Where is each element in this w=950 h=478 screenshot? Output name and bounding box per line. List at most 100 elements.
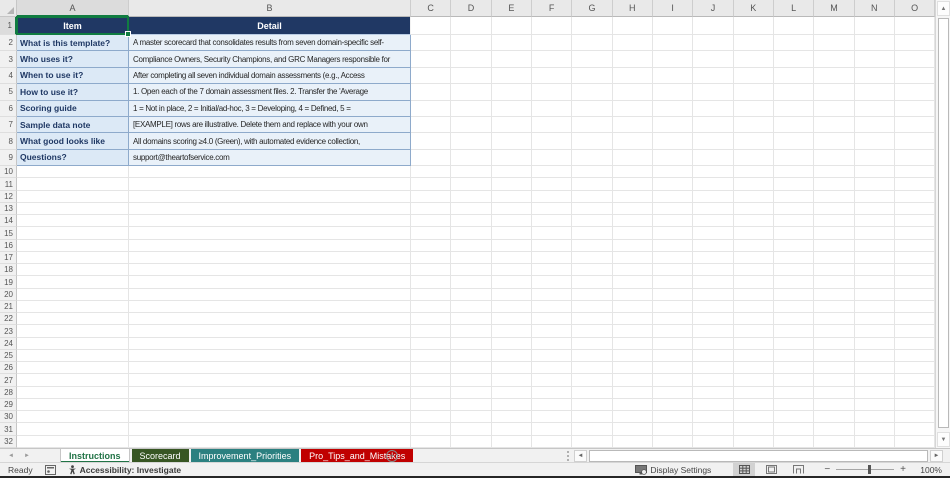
cell-H27[interactable]: [612, 374, 653, 387]
cell-H17[interactable]: [612, 251, 653, 265]
cell-D4[interactable]: [451, 67, 492, 85]
cell-C19[interactable]: [411, 276, 452, 289]
cell-G30[interactable]: [572, 411, 613, 424]
cell-I5[interactable]: [652, 84, 694, 101]
cell-E25[interactable]: [491, 349, 532, 363]
cell-I7[interactable]: [652, 116, 694, 134]
zoom-level[interactable]: 100%: [916, 465, 942, 475]
cell-J31[interactable]: [693, 423, 734, 436]
cell-C11[interactable]: [411, 178, 452, 191]
cell-C10[interactable]: [411, 166, 452, 179]
cell-G13[interactable]: [572, 202, 613, 216]
cell-A10[interactable]: [17, 166, 129, 179]
cell-I17[interactable]: [652, 251, 694, 265]
column-header-M[interactable]: M: [814, 0, 855, 17]
row-header-14[interactable]: 14: [0, 215, 17, 228]
cell-C9[interactable]: [411, 149, 452, 167]
cell-C17[interactable]: [411, 251, 452, 265]
cell-C22[interactable]: [411, 313, 452, 326]
cell-J14[interactable]: [693, 215, 734, 228]
cell-O19[interactable]: [894, 276, 935, 289]
cell-K29[interactable]: [733, 398, 774, 412]
cell-O6[interactable]: [894, 100, 935, 117]
cell-A28[interactable]: [17, 386, 129, 399]
cell-K27[interactable]: [733, 374, 774, 387]
cell-D6[interactable]: [451, 100, 492, 117]
cell-L3[interactable]: [773, 51, 815, 68]
cell-I20[interactable]: [652, 288, 694, 301]
cell-M32[interactable]: [814, 435, 855, 448]
cell-L18[interactable]: [773, 264, 815, 277]
add-sheet-icon[interactable]: +: [386, 450, 398, 462]
row-header-15[interactable]: 15: [0, 227, 17, 240]
cell-B21[interactable]: [129, 300, 411, 314]
cell-A20[interactable]: [17, 288, 129, 301]
cell-E13[interactable]: [491, 202, 532, 216]
row-header-2[interactable]: 2: [0, 35, 17, 52]
cell-B32[interactable]: [129, 435, 411, 448]
cell-A17[interactable]: [17, 251, 129, 265]
row-header-32[interactable]: 32: [0, 435, 17, 448]
cell-F27[interactable]: [531, 374, 573, 387]
cell-F14[interactable]: [531, 215, 573, 228]
cell-H22[interactable]: [612, 313, 653, 326]
cell-F8[interactable]: [531, 133, 573, 150]
cell-C13[interactable]: [411, 202, 452, 216]
column-header-L[interactable]: L: [773, 0, 815, 17]
cell-L17[interactable]: [773, 251, 815, 265]
column-header-F[interactable]: F: [531, 0, 573, 17]
cell-M24[interactable]: [814, 337, 855, 350]
cell-K12[interactable]: [733, 190, 774, 203]
cell-D1[interactable]: [451, 17, 492, 35]
cell-J4[interactable]: [693, 67, 734, 85]
cell-I12[interactable]: [652, 190, 694, 203]
cell-L21[interactable]: [773, 300, 815, 314]
cell-H8[interactable]: [612, 133, 653, 150]
cell-C29[interactable]: [411, 398, 452, 412]
cell-O3[interactable]: [894, 51, 935, 68]
cell-L12[interactable]: [773, 190, 815, 203]
zoom-slider-thumb[interactable]: [868, 465, 872, 474]
accessibility-checker[interactable]: Accessibility: Investigate: [68, 465, 181, 475]
cell-O13[interactable]: [894, 202, 935, 216]
cell-F22[interactable]: [531, 313, 573, 326]
cell-K2[interactable]: [733, 35, 774, 52]
cell-F18[interactable]: [531, 264, 573, 277]
cell-L14[interactable]: [773, 215, 815, 228]
cell-D8[interactable]: [451, 133, 492, 150]
cell-K20[interactable]: [733, 288, 774, 301]
cell-L11[interactable]: [773, 178, 815, 191]
cell-G2[interactable]: [572, 35, 613, 52]
cell-E5[interactable]: [491, 84, 532, 101]
cell-E28[interactable]: [491, 386, 532, 399]
cell-A1-item-header[interactable]: Item: [16, 16, 131, 37]
row-header-31[interactable]: 31: [0, 423, 17, 436]
cell-A22[interactable]: [17, 313, 129, 326]
cell-L4[interactable]: [773, 67, 815, 85]
cell-A3[interactable]: Who uses it?: [17, 51, 129, 68]
cell-N27[interactable]: [854, 374, 895, 387]
cell-L20[interactable]: [773, 288, 815, 301]
cell-F1[interactable]: [531, 17, 573, 35]
cell-E14[interactable]: [491, 215, 532, 228]
cell-C15[interactable]: [411, 227, 452, 240]
tabbar-divider[interactable]: [567, 451, 569, 461]
cell-D30[interactable]: [451, 411, 492, 424]
cell-K11[interactable]: [733, 178, 774, 191]
cell-A18[interactable]: [17, 264, 129, 277]
cell-J12[interactable]: [693, 190, 734, 203]
cell-B1-detail-header[interactable]: Detail: [129, 17, 411, 35]
cell-A25[interactable]: [17, 349, 129, 363]
cell-H12[interactable]: [612, 190, 653, 203]
cell-N1[interactable]: [854, 17, 895, 35]
cell-G31[interactable]: [572, 423, 613, 436]
cell-A13[interactable]: [17, 202, 129, 216]
cell-E19[interactable]: [491, 276, 532, 289]
cell-C4[interactable]: [411, 67, 452, 85]
cell-B3[interactable]: Compliance Owners, Security Champions, a…: [129, 51, 411, 68]
row-header-24[interactable]: 24: [0, 337, 17, 350]
cell-A14[interactable]: [17, 215, 129, 228]
cell-F2[interactable]: [531, 35, 573, 52]
cell-E31[interactable]: [491, 423, 532, 436]
cell-B25[interactable]: [129, 349, 411, 363]
